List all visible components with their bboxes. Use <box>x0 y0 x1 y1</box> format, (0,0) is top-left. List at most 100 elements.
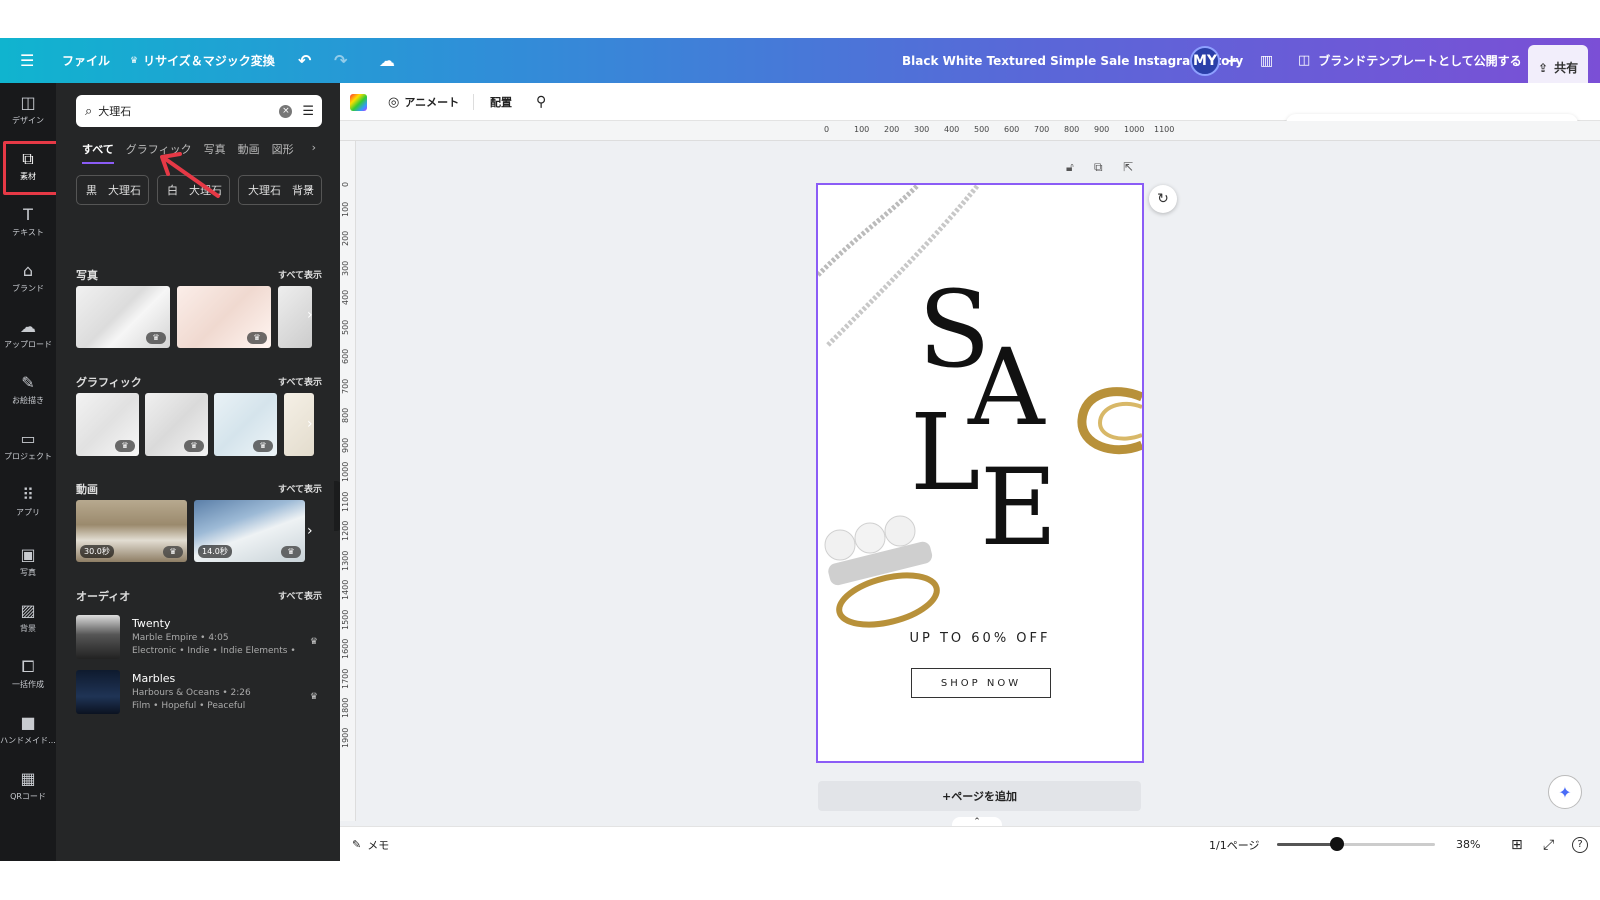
tab-videos[interactable]: 動画 <box>238 141 260 164</box>
photo-thumbnail[interactable]: ♛ <box>177 286 271 348</box>
pearl-ring-image[interactable] <box>818 505 948 635</box>
rail-item-5[interactable]: ✎ お絵描き <box>0 363 56 417</box>
color-picker-icon[interactable] <box>350 83 367 121</box>
lock-icon[interactable]: 🔓︎ <box>1066 160 1074 175</box>
rail-item-9[interactable]: ▨ 背景 <box>0 591 56 645</box>
rail-item-11[interactable]: ■ ハンドメイド... <box>0 703 56 757</box>
rail-icon: T <box>23 205 33 224</box>
page-count[interactable]: 1/1ページ <box>1209 827 1259 861</box>
zoom-slider[interactable] <box>1277 837 1435 851</box>
duplicate-page-icon[interactable]: ⧉ <box>1094 160 1103 175</box>
tab-shapes[interactable]: 図形 <box>272 141 294 164</box>
rail-icon: ✎ <box>21 373 35 392</box>
rail-item-7[interactable]: ⠿ アプリ <box>0 475 56 529</box>
graphic-thumbnail[interactable]: ♛ <box>145 393 208 456</box>
status-bar: ✎ メモ 1/1ページ 38% ⊞ ⤢ ? <box>340 826 1600 861</box>
ruler-tick-label: 700 <box>341 378 350 394</box>
copy-style-icon[interactable]: ⚲ <box>536 83 546 121</box>
resize-magic-button[interactable]: ♛ リサイズ＆マジック変換 <box>130 38 275 83</box>
arrange-button[interactable]: 配置 <box>490 83 512 121</box>
video-thumbnail[interactable]: 14.0秒 ♛ <box>194 500 305 562</box>
rail-item-12[interactable]: ▦ QRコード <box>0 759 56 813</box>
rail-item-6[interactable]: ▭ プロジェクト <box>0 419 56 473</box>
audio-track[interactable]: Marbles Harbours & Oceans • 2:26 Film • … <box>76 670 326 716</box>
see-all-graphics-link[interactable]: すべて表示 <box>278 375 322 388</box>
sale-letter-l[interactable]: L <box>910 400 980 506</box>
rail-item-0[interactable]: ◫ デザイン <box>0 83 56 137</box>
menu-icon[interactable]: ☰ <box>20 38 34 83</box>
sale-letter-e[interactable]: E <box>980 455 1057 561</box>
redo-icon[interactable]: ↷ <box>334 38 347 83</box>
clear-search-icon[interactable]: × <box>279 104 293 118</box>
see-all-videos-link[interactable]: すべて表示 <box>278 482 322 495</box>
rail-item-1[interactable]: ⧉ 素材 <box>0 139 60 195</box>
graphics-next-icon[interactable]: › <box>307 416 313 432</box>
graphic-thumbnail[interactable]: ♛ <box>214 393 277 456</box>
rail-item-2[interactable]: T テキスト <box>0 195 56 249</box>
crown-icon: ♛ <box>184 440 204 452</box>
notes-button[interactable]: ✎ メモ <box>352 827 389 861</box>
rail-icon: ☁ <box>20 317 36 336</box>
add-collaborator-icon[interactable]: + <box>1225 38 1238 83</box>
undo-icon[interactable]: ↶ <box>298 38 311 83</box>
animate-icon: ◎ <box>388 94 400 110</box>
vertical-ruler: 0 100 200 300 400 500 600 700 800 900 1000 1100 1200… <box>340 141 356 821</box>
ruler-tick-label: 0 <box>824 125 830 134</box>
rail-icon: ⧠ <box>21 657 35 676</box>
graphic-thumbnail[interactable]: ♛ <box>76 393 139 456</box>
ruler-tick-label: 1600 <box>341 638 350 659</box>
ruler-tick-label: 1300 <box>341 550 350 571</box>
audio-artist: Harbours & Oceans • 2:26 <box>132 688 251 698</box>
rail-item-3[interactable]: ⌂ ブランド <box>0 251 56 305</box>
file-menu[interactable]: ファイル <box>62 38 110 83</box>
refresh-icon[interactable]: ↻ <box>1149 185 1177 213</box>
ruler-tick-label: 1900 <box>341 727 350 748</box>
videos-next-icon[interactable]: › <box>307 523 313 539</box>
help-icon[interactable]: ? <box>1572 827 1588 861</box>
rail-label: 素材 <box>20 172 36 181</box>
animate-button[interactable]: ◎ アニメート <box>388 83 459 121</box>
audio-track[interactable]: Twenty Marble Empire • 4:05 Electronic •… <box>76 615 326 661</box>
rail-item-4[interactable]: ☁ アップロード <box>0 307 56 361</box>
insights-icon[interactable]: ▥ <box>1260 38 1273 83</box>
offer-text[interactable]: UP TO 60% OFF <box>818 631 1142 646</box>
gold-ring-image[interactable] <box>1074 385 1144 460</box>
shop-now-button[interactable]: SHOP NOW <box>911 668 1051 698</box>
avatar[interactable]: MY <box>1190 45 1220 76</box>
see-all-audio-link[interactable]: すべて表示 <box>278 589 322 602</box>
search-input[interactable]: 大理石 <box>98 103 279 119</box>
ruler-tick-label: 300 <box>914 125 930 134</box>
app-window: ☰ ファイル ♛ リサイズ＆マジック変換 ↶ ↷ ☁ Black White Te… <box>0 38 1600 861</box>
audio-title: Twenty <box>132 617 171 630</box>
rail-icon: ◫ <box>20 93 36 112</box>
chips-next-icon[interactable]: › <box>308 182 312 195</box>
video-thumbnail[interactable]: 30.0秒 ♛ <box>76 500 187 562</box>
tabs-next-icon[interactable]: › <box>312 141 316 164</box>
publish-brand-template-button[interactable]: ◫ ブランドテンプレートとして公開する <box>1298 38 1522 83</box>
photo-thumbnail[interactable]: ♛ <box>76 286 170 348</box>
ruler-tick-label: 1400 <box>341 579 350 600</box>
tab-all[interactable]: すべて <box>82 141 114 164</box>
notes-icon: ✎ <box>352 838 362 851</box>
ruler-tick-label: 600 <box>1004 125 1020 134</box>
zoom-percent[interactable]: 38% <box>1456 827 1480 861</box>
rail-label: デザイン <box>12 116 44 125</box>
see-all-photos-link[interactable]: すべて表示 <box>278 268 322 281</box>
ruler-tick-label: 500 <box>974 125 990 134</box>
photos-next-icon[interactable]: › <box>307 307 313 323</box>
search-box[interactable]: ⌕ 大理石 × ☰ <box>76 95 322 127</box>
magic-assistant-icon[interactable]: ✦ <box>1548 775 1582 809</box>
ruler-tick-label: 300 <box>341 260 350 276</box>
design-page[interactable]: S A L E UP TO 60% OFF SHOP NOW <box>816 183 1144 763</box>
filter-icon[interactable]: ☰ <box>302 104 314 119</box>
rail-item-8[interactable]: ▣ 写真 <box>0 535 56 589</box>
zoom-slider-knob[interactable] <box>1330 837 1345 851</box>
rail-item-10[interactable]: ⧠ 一括作成 <box>0 647 56 701</box>
suggestion-chip-black-marble[interactable]: 黒 大理石 <box>76 175 149 205</box>
grid-view-icon[interactable]: ⊞ <box>1511 827 1523 861</box>
rail-icon: ■ <box>20 713 36 732</box>
fullscreen-icon[interactable]: ⤢ <box>1543 827 1554 861</box>
add-page-icon[interactable]: ⇱ <box>1123 160 1133 174</box>
cloud-save-icon[interactable]: ☁ <box>379 38 395 83</box>
add-page-button[interactable]: +ページを追加 <box>818 781 1141 811</box>
